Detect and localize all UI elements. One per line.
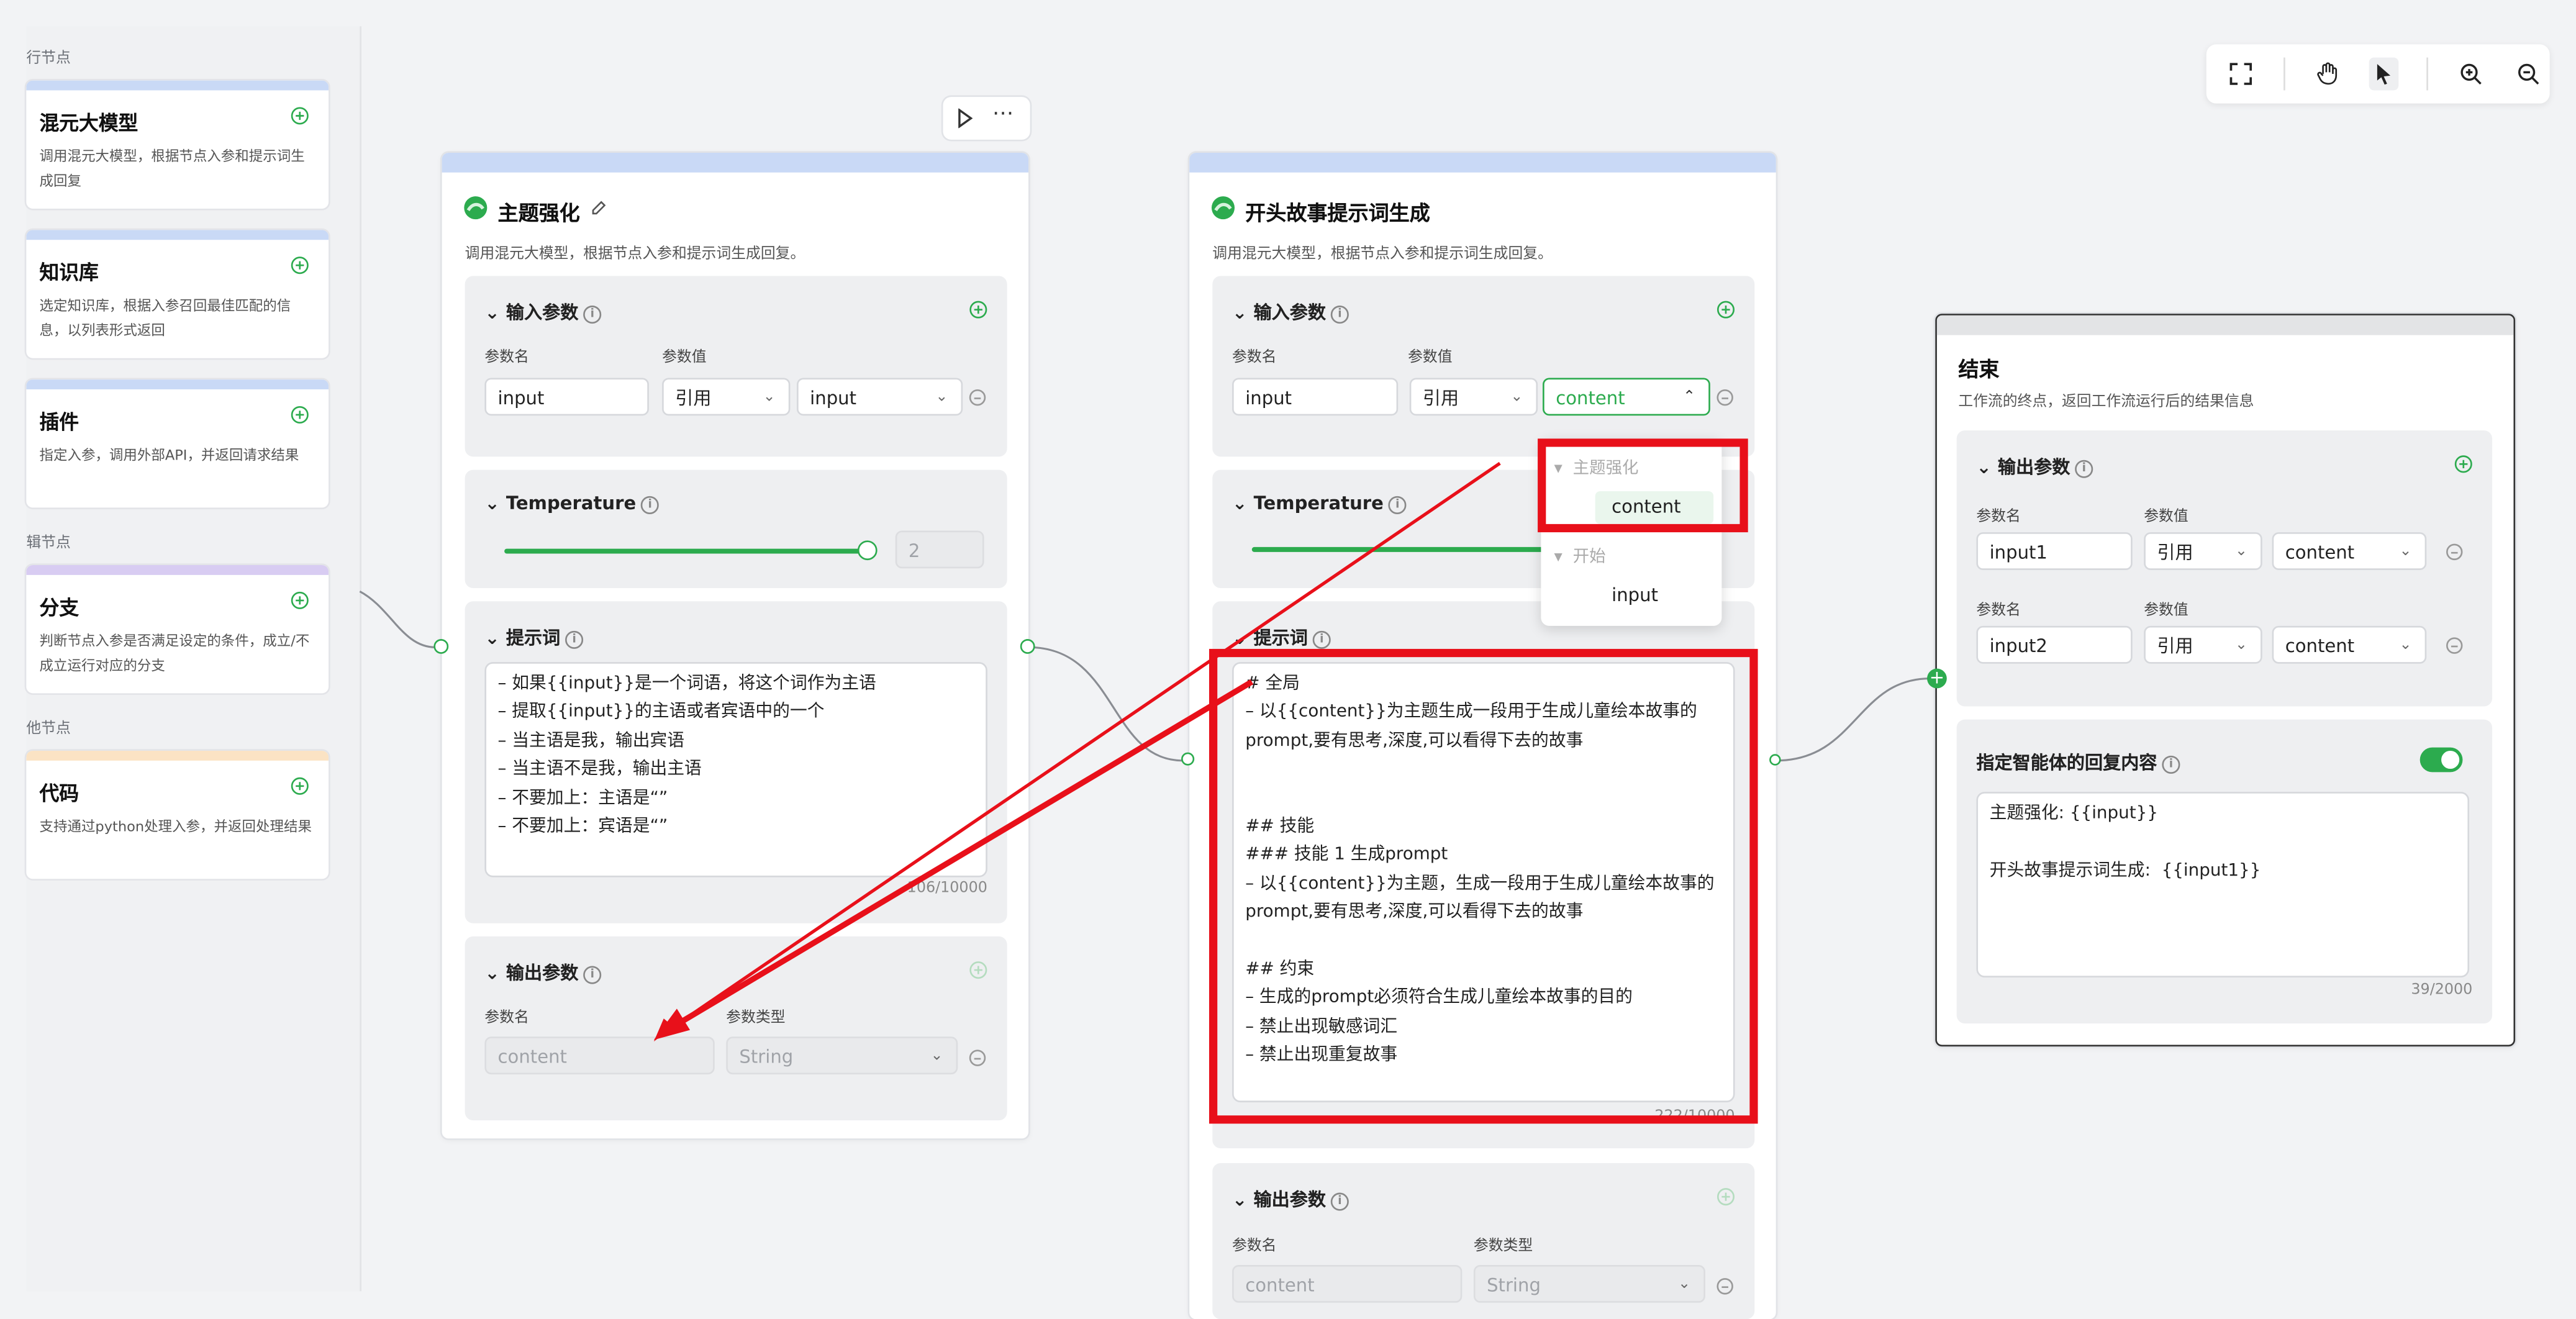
screenshot-stage: 行节点 混元大模型 调用混元大模型，根据节点入参和提示词生成回复 知识库 选定知… <box>0 0 2576 1319</box>
annotation-arrow-thin <box>673 461 1501 1028</box>
annotation-arrow-thick <box>668 679 1254 1031</box>
annotation-arrows <box>653 461 1501 1042</box>
